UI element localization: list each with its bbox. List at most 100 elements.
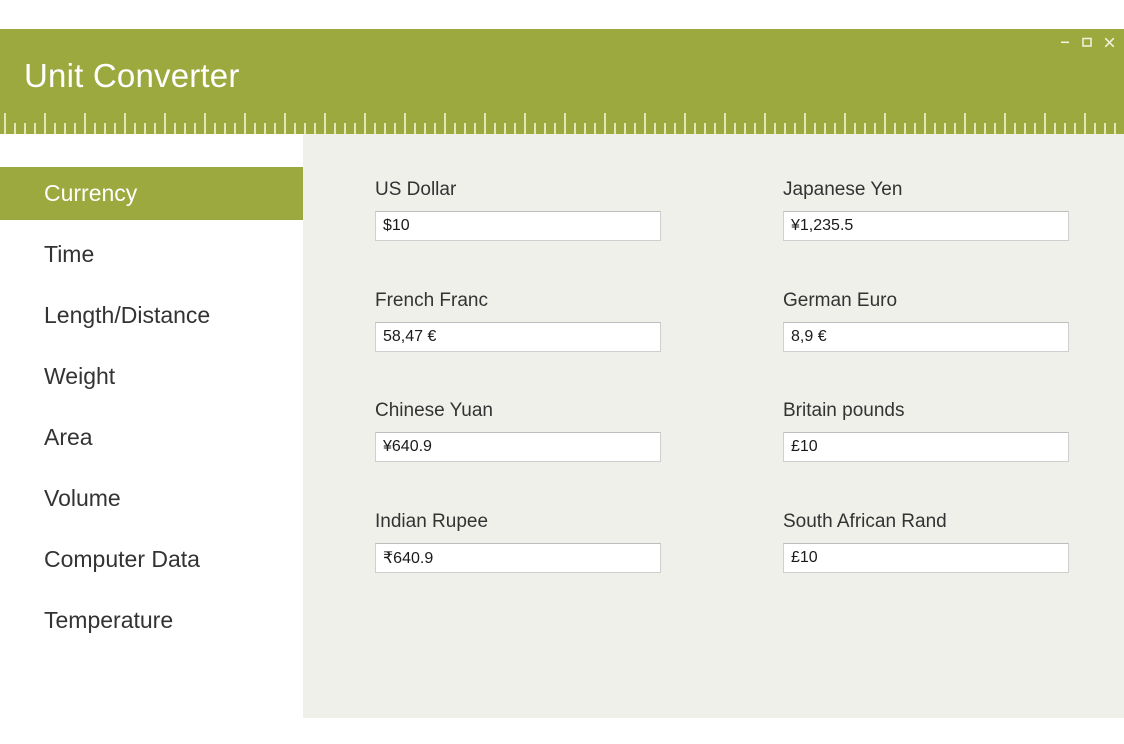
- ruler-tick-major: [84, 113, 86, 134]
- field-input-chinese-yuan[interactable]: [375, 432, 661, 462]
- ruler-tick-minor: [1074, 123, 1076, 134]
- field-group-german-euro: German Euro: [783, 290, 1069, 352]
- ruler-tick-minor: [54, 123, 56, 134]
- sidebar-item-label: Length/Distance: [44, 302, 211, 328]
- field-label-french-franc: French Franc: [375, 290, 488, 311]
- ruler-tick-minor: [184, 123, 186, 134]
- sidebar-item-area[interactable]: Area: [0, 411, 303, 464]
- field-input-us-dollar[interactable]: [375, 211, 661, 241]
- ruler-tick-minor: [144, 123, 146, 134]
- ruler-tick-major: [204, 113, 206, 134]
- field-group-indian-rupee: Indian Rupee: [375, 511, 661, 573]
- field-label-indian-rupee: Indian Rupee: [375, 511, 489, 532]
- ruler-tick-major: [524, 113, 526, 134]
- ruler-tick-minor: [594, 123, 596, 134]
- ruler-tick-major: [364, 113, 366, 134]
- maximize-button[interactable]: [1076, 32, 1098, 52]
- ruler-tick-minor: [664, 123, 666, 134]
- field-group-britain-pounds: Britain pounds: [783, 400, 1069, 462]
- ruler-tick-major: [804, 113, 806, 134]
- ruler-tick-minor: [514, 123, 516, 134]
- ruler-tick-minor: [784, 123, 786, 134]
- ruler-tick-minor: [174, 123, 176, 134]
- window-controls: [1054, 31, 1120, 53]
- ruler-tick-minor: [454, 123, 456, 134]
- sidebar-item-label: Volume: [44, 485, 121, 511]
- sidebar-item-currency[interactable]: Currency: [0, 167, 303, 220]
- ruler-tick-major: [644, 113, 646, 134]
- ruler-tick-minor: [214, 123, 216, 134]
- ruler-tick-major: [764, 113, 766, 134]
- ruler-tick-minor: [754, 123, 756, 134]
- ruler-tick-minor: [904, 123, 906, 134]
- minimize-button[interactable]: [1054, 32, 1076, 52]
- ruler-tick-minor: [674, 123, 676, 134]
- ruler-tick-minor: [474, 123, 476, 134]
- ruler-tick-minor: [584, 123, 586, 134]
- sidebar-item-label: Temperature: [44, 607, 174, 633]
- ruler-tick-major: [444, 113, 446, 134]
- sidebar-item-temperature[interactable]: Temperature: [0, 594, 303, 647]
- field-group-us-dollar: US Dollar: [375, 179, 661, 241]
- title-bar[interactable]: Unit Converter: [0, 29, 1124, 134]
- field-group-south-african-rand: South African Rand: [783, 511, 1069, 573]
- sidebar-item-weight[interactable]: Weight: [0, 350, 303, 403]
- ruler-tick-minor: [274, 123, 276, 134]
- ruler-tick-minor: [304, 123, 306, 134]
- minimize-icon: [1061, 41, 1069, 44]
- ruler-tick-minor: [494, 123, 496, 134]
- ruler-tick-major: [244, 113, 246, 134]
- ruler-tick-minor: [634, 123, 636, 134]
- sidebar-item-volume[interactable]: Volume: [0, 472, 303, 525]
- close-button[interactable]: [1098, 32, 1120, 52]
- ruler-tick-minor: [104, 123, 106, 134]
- sidebar-item-length-distance[interactable]: Length/Distance: [0, 289, 303, 342]
- field-input-german-euro[interactable]: [783, 322, 1069, 352]
- ruler-tick-minor: [1094, 123, 1096, 134]
- ruler-tick-minor: [154, 123, 156, 134]
- ruler-tick-minor: [374, 123, 376, 134]
- ruler-tick-minor: [694, 123, 696, 134]
- field-group-chinese-yuan: Chinese Yuan: [375, 400, 661, 462]
- ruler-tick-minor: [254, 123, 256, 134]
- ruler-tick-minor: [24, 123, 26, 134]
- ruler-tick-major: [1004, 113, 1006, 134]
- field-label-us-dollar: US Dollar: [375, 179, 457, 200]
- app-title: Unit Converter: [24, 57, 240, 94]
- ruler-tick-minor: [574, 123, 576, 134]
- field-input-french-franc[interactable]: [375, 322, 661, 352]
- field-input-japanese-yen[interactable]: [783, 211, 1069, 241]
- ruler-tick-major: [604, 113, 606, 134]
- ruler-tick-minor: [824, 123, 826, 134]
- sidebar-item-computer-data[interactable]: Computer Data: [0, 533, 303, 586]
- ruler-tick-minor: [854, 123, 856, 134]
- field-input-indian-rupee[interactable]: [375, 543, 661, 573]
- ruler-tick-minor: [814, 123, 816, 134]
- ruler-tick-major: [164, 113, 166, 134]
- ruler-tick-major: [44, 113, 46, 134]
- ruler-tick-minor: [1014, 123, 1016, 134]
- ruler-tick-major: [124, 113, 126, 134]
- ruler-tick-major: [284, 113, 286, 134]
- ruler-tick-minor: [264, 123, 266, 134]
- ruler-tick-minor: [734, 123, 736, 134]
- ruler-tick-major: [844, 113, 846, 134]
- sidebar-item-label: Time: [44, 241, 95, 267]
- ruler-tick-minor: [704, 123, 706, 134]
- ruler-tick-minor: [934, 123, 936, 134]
- sidebar-item-time[interactable]: Time: [0, 228, 303, 281]
- ruler-tick-major: [684, 113, 686, 134]
- ruler-tick-major: [924, 113, 926, 134]
- ruler-tick-minor: [954, 123, 956, 134]
- sidebar-nav: Currency Time Length/Distance Weight Area Vol…: [0, 134, 303, 744]
- field-input-south-african-rand[interactable]: [783, 543, 1069, 573]
- field-input-britain-pounds[interactable]: [783, 432, 1069, 462]
- ruler-tick-minor: [64, 123, 66, 134]
- ruler-tick-minor: [114, 123, 116, 134]
- sidebar-item-label: Weight: [44, 363, 116, 389]
- ruler-tick-minor: [944, 123, 946, 134]
- field-label-chinese-yuan: Chinese Yuan: [375, 400, 493, 421]
- field-group-french-franc: French Franc: [375, 290, 661, 352]
- ruler-tick-minor: [74, 123, 76, 134]
- ruler-tick-minor: [1034, 123, 1036, 134]
